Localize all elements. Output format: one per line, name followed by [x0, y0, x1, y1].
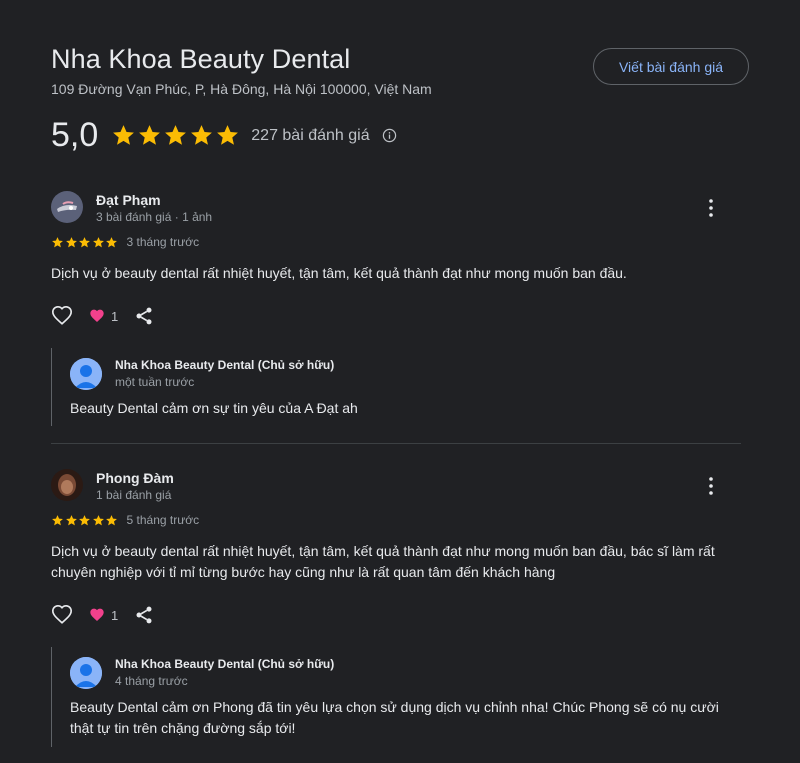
star-icon — [106, 514, 117, 525]
share-icon[interactable] — [134, 306, 154, 326]
like-icon[interactable] — [51, 604, 73, 626]
owner-reply-time: một tuần trước — [115, 375, 195, 389]
review-card: Đạt Phạm 3 bài đánh giá · 1 ảnh 3 tháng … — [51, 191, 741, 436]
reaction-count: 1 — [111, 607, 119, 623]
more-options-icon[interactable] — [701, 476, 721, 496]
heart-icon — [90, 608, 104, 621]
owner-name: Nha Khoa Beauty Dental (Chủ sở hữu) — [115, 358, 335, 372]
review-card: Phong Đàm 1 bài đánh giá 5 tháng trước D… — [51, 469, 741, 759]
review-date: 3 tháng trước — [126, 235, 200, 249]
review-stars — [51, 236, 119, 249]
reviewer-name[interactable]: Đạt Phạm — [96, 192, 161, 208]
reaction-count: 1 — [111, 308, 119, 324]
reviewer-name[interactable]: Phong Đàm — [96, 470, 174, 486]
owner-reply-text: Beauty Dental cảm ơn sự tin yêu của A Đạ… — [70, 400, 358, 416]
star-icon — [79, 514, 90, 525]
reviewer-meta: 1 bài đánh giá — [96, 488, 172, 502]
reviewer-meta: 3 bài đánh giá · 1 ảnh — [96, 210, 213, 224]
star-icon — [165, 125, 187, 145]
review-rating-row: 5 tháng trước — [51, 513, 199, 527]
star-icon — [79, 236, 90, 247]
review-text: Dịch vụ ở beauty dental rất nhiệt huyết,… — [51, 543, 715, 580]
more-options-icon[interactable] — [701, 198, 721, 218]
rating-summary: 5,0 227 bài đánh giá — [51, 116, 397, 155]
owner-reply: Nha Khoa Beauty Dental (Chủ sở hữu) 4 th… — [51, 647, 741, 747]
avatar[interactable] — [51, 469, 83, 501]
star-icon — [139, 125, 161, 145]
star-icon — [106, 236, 117, 247]
owner-reply-text: Beauty Dental cảm ơn Phong đã tin yêu lự… — [70, 699, 719, 736]
review-stars — [51, 514, 119, 527]
avatar[interactable] — [51, 191, 83, 223]
owner-reply-time: 4 tháng trước — [115, 674, 188, 688]
owner-avatar — [70, 657, 102, 689]
star-icon — [92, 236, 104, 247]
info-icon[interactable] — [382, 128, 397, 143]
review-count: 227 bài đánh giá — [251, 126, 370, 144]
like-icon[interactable] — [51, 305, 73, 327]
star-icon — [52, 514, 63, 525]
write-review-button[interactable]: Viết bài đánh giá — [593, 48, 749, 85]
owner-avatar — [70, 358, 102, 390]
average-rating: 5,0 — [51, 116, 99, 154]
review-text: Dịch vụ ở beauty dental rất nhiệt huyết,… — [51, 265, 627, 281]
reaction-summary[interactable]: 1 — [89, 308, 118, 324]
owner-name: Nha Khoa Beauty Dental (Chủ sở hữu) — [115, 657, 335, 671]
heart-icon — [90, 309, 104, 322]
star-icon — [65, 514, 77, 525]
star-icon — [52, 236, 63, 247]
review-actions: 1 — [51, 305, 154, 327]
review-divider — [51, 443, 741, 444]
star-icon — [65, 236, 77, 247]
review-actions: 1 — [51, 604, 154, 626]
star-icon — [217, 125, 239, 145]
owner-reply: Nha Khoa Beauty Dental (Chủ sở hữu) một … — [51, 348, 741, 426]
reaction-summary[interactable]: 1 — [89, 607, 118, 623]
share-icon[interactable] — [134, 605, 154, 625]
star-icon — [191, 125, 213, 145]
star-icon — [113, 125, 135, 145]
review-date: 5 tháng trước — [126, 513, 200, 527]
rating-stars — [111, 123, 241, 148]
review-rating-row: 3 tháng trước — [51, 235, 199, 249]
star-icon — [92, 514, 104, 525]
